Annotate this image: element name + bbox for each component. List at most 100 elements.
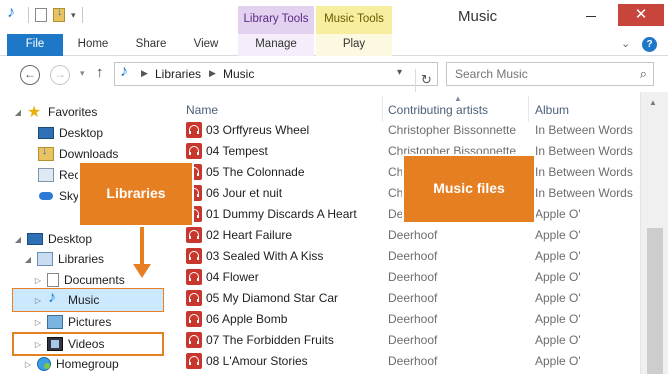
file-name: 05 The Colonnade <box>206 165 305 179</box>
file-album: In Between Words <box>535 186 633 200</box>
callout-arrow <box>140 227 144 265</box>
column-header-album[interactable]: Album <box>535 98 569 122</box>
breadcrumb-separator-icon[interactable]: ▶ <box>209 68 216 79</box>
nav-label: Desktop <box>48 232 93 246</box>
tab-view[interactable]: View <box>184 34 228 56</box>
file-row[interactable]: 07 The Forbidden Fruits Deerhoof Apple O' <box>174 330 640 351</box>
breadcrumb-libraries[interactable]: Libraries <box>155 67 201 81</box>
collapse-icon[interactable]: ◢ <box>24 255 32 264</box>
breadcrumb-music[interactable]: Music <box>223 67 254 81</box>
nav-homegroup[interactable]: ▷ Homegroup <box>24 354 119 374</box>
file-row[interactable]: 03 Sealed With A Kiss Deerhoof Apple O' <box>174 246 640 267</box>
nav-recent-places[interactable]: Rec <box>38 165 80 185</box>
forward-button[interactable]: → <box>50 65 70 85</box>
new-folder-icon[interactable] <box>53 6 65 22</box>
breadcrumb-separator-icon[interactable]: ▶ <box>141 68 148 79</box>
file-name: 08 L'Amour Stories <box>206 354 308 368</box>
music-files-callout: Music files <box>404 156 534 222</box>
sort-ascending-icon: ▲ <box>454 94 462 103</box>
qat-dropdown-icon[interactable]: ▾ <box>71 10 76 21</box>
file-name: 02 Heart Failure <box>206 228 293 242</box>
column-divider[interactable] <box>528 96 529 122</box>
expand-icon[interactable]: ▷ <box>34 276 42 285</box>
file-name: 06 Apple Bomb <box>206 312 288 326</box>
minimize-button[interactable] <box>577 4 605 28</box>
column-header-artist[interactable]: Contributing artists <box>388 98 488 122</box>
vertical-scrollbar[interactable]: ▲ <box>640 92 668 374</box>
tab-file[interactable]: File <box>7 34 63 56</box>
file-artist: Deerhoof <box>388 249 438 263</box>
up-button[interactable]: ↑ <box>96 64 104 81</box>
file-row[interactable]: 08 L'Amour Stories Deerhoof Apple O' <box>174 351 640 372</box>
videos-icon <box>47 337 63 351</box>
file-artist: De <box>388 207 404 221</box>
nav-label: Downloads <box>59 147 119 161</box>
address-history-icon[interactable]: ▾ <box>397 67 402 78</box>
nav-desktop[interactable]: Desktop <box>38 123 103 143</box>
file-row[interactable]: 05 My Diamond Star Car Deerhoof Apple O' <box>174 288 640 309</box>
nav-favorites[interactable]: ◢ Favorites <box>14 102 97 122</box>
file-name: 03 Orffyreus Wheel <box>206 123 310 137</box>
collapse-icon[interactable]: ◢ <box>14 108 22 117</box>
file-album: Apple O' <box>535 228 581 242</box>
search-box[interactable]: ⌕ <box>446 62 654 86</box>
file-artist: Deerhoof <box>388 270 438 284</box>
search-icon[interactable]: ⌕ <box>640 66 647 82</box>
help-icon[interactable]: ? <box>642 37 657 52</box>
close-button[interactable]: ✕ <box>618 4 664 26</box>
nav-label: Sky <box>59 189 80 203</box>
file-row[interactable]: 03 Orffyreus Wheel Christopher Bissonnett… <box>174 120 640 141</box>
back-button[interactable]: ← <box>20 65 40 85</box>
callout-arrow-head <box>133 264 151 278</box>
refresh-button[interactable]: ↻ <box>415 69 437 93</box>
music-location-icon <box>119 63 135 81</box>
file-artist: Deerhoof <box>388 354 438 368</box>
file-album: In Between Words <box>535 123 633 137</box>
nav-label: Documents <box>64 273 125 287</box>
homegroup-icon <box>37 357 51 371</box>
collapse-icon[interactable]: ◢ <box>14 235 22 244</box>
nav-desktop-root[interactable]: ◢ Desktop <box>14 229 92 249</box>
search-input[interactable] <box>455 67 625 81</box>
scroll-up-icon[interactable]: ▲ <box>649 98 657 107</box>
properties-icon[interactable] <box>35 8 47 22</box>
nav-pictures[interactable]: ▷ Pictures <box>34 312 111 332</box>
nav-music[interactable]: ▷ Music <box>34 289 99 310</box>
expand-icon[interactable]: ▷ <box>34 318 42 327</box>
tab-play[interactable]: Play <box>316 34 392 56</box>
music-app-icon <box>6 4 22 22</box>
expand-icon[interactable]: ▷ <box>34 296 42 305</box>
file-row[interactable]: 06 Apple Bomb Deerhoof Apple O' <box>174 309 640 330</box>
scrollbar-thumb[interactable] <box>647 228 663 374</box>
file-album: Apple O' <box>535 291 581 305</box>
tab-manage[interactable]: Manage <box>238 34 314 56</box>
expand-icon[interactable]: ▷ <box>34 340 42 349</box>
nav-label: Desktop <box>59 126 104 140</box>
column-header-name[interactable]: Name <box>186 98 218 122</box>
column-divider[interactable] <box>382 96 383 122</box>
nav-label: Rec <box>59 168 81 182</box>
navigation-pane: ◢ Favorites Desktop Downloads Rec Sky ◢ … <box>0 92 174 374</box>
nav-libraries[interactable]: ◢ Libraries <box>24 249 104 269</box>
address-bar[interactable]: ▶ Libraries ▶ Music ▾ ↻ <box>114 62 438 93</box>
file-album: Apple O' <box>535 249 581 263</box>
tab-home[interactable]: Home <box>70 34 116 56</box>
nav-documents[interactable]: ▷ Documents <box>34 270 125 290</box>
expand-icon[interactable]: ▷ <box>24 360 32 369</box>
libraries-callout: Libraries <box>80 163 192 225</box>
file-artist: Christopher Bissonnette <box>388 123 517 137</box>
recent-locations-icon[interactable]: ▾ <box>80 68 85 79</box>
file-row[interactable]: 04 Flower Deerhoof Apple O' <box>174 267 640 288</box>
music-tools-context: Music Tools <box>316 6 392 34</box>
file-row[interactable]: 02 Heart Failure Deerhoof Apple O' <box>174 225 640 246</box>
tab-share[interactable]: Share <box>126 34 176 56</box>
nav-skydrive[interactable]: Sky <box>38 186 79 206</box>
audio-file-icon <box>186 353 202 369</box>
file-name: 04 Flower <box>206 270 259 284</box>
nav-videos[interactable]: ▷ Videos <box>34 334 104 354</box>
nav-downloads[interactable]: Downloads <box>38 144 118 164</box>
nav-label: Homegroup <box>56 357 119 371</box>
expand-ribbon-icon[interactable]: ⌄ <box>621 37 630 50</box>
quick-access-toolbar: ▾ <box>6 4 83 23</box>
skydrive-icon <box>38 189 54 203</box>
